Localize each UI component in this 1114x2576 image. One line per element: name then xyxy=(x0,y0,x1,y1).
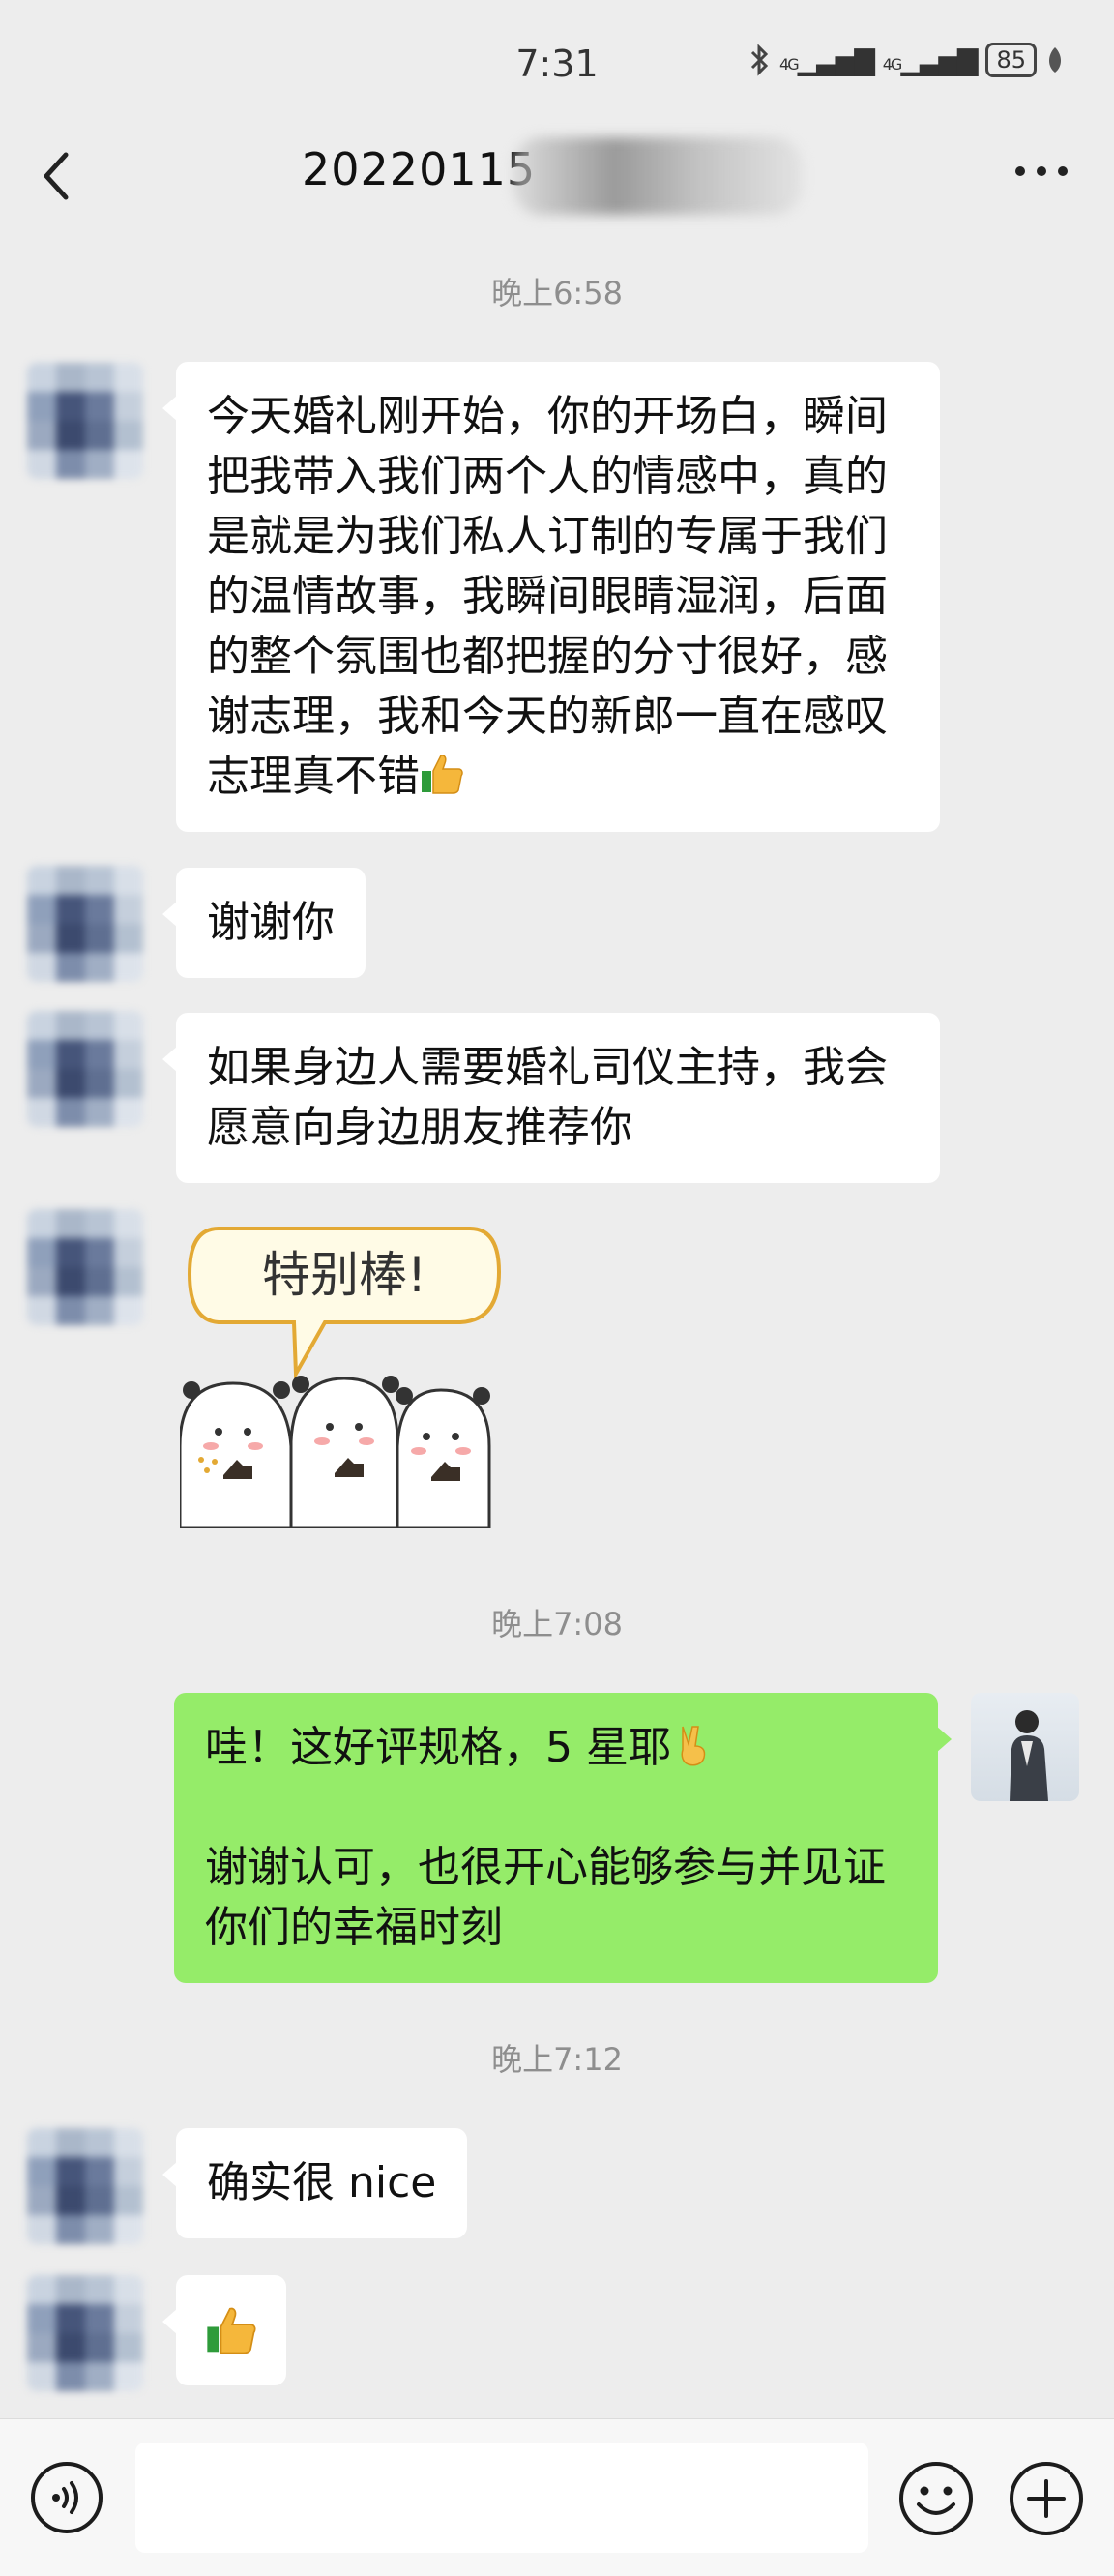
signal-icon-2: 4G▁▃▅▇ xyxy=(882,44,979,76)
message-text: 谢谢认可，也很开心能够参与并见证你们的幸福时刻 xyxy=(205,1843,886,1952)
more-icon[interactable] xyxy=(1015,166,1068,176)
contact-avatar[interactable] xyxy=(27,866,143,982)
chat-title: 20220115 xyxy=(302,143,537,195)
bluetooth-icon xyxy=(750,44,769,76)
message-input[interactable] xyxy=(135,2443,868,2553)
message-text: 今天婚礼刚开始，你的开场白，瞬间把我带入我们两个人的情感中，真的是就是为我们私人… xyxy=(207,392,888,801)
message-bubble-incoming[interactable]: 今天婚礼刚开始，你的开场白，瞬间把我带入我们两个人的情感中，真的是就是为我们私人… xyxy=(162,362,940,832)
contact-avatar[interactable] xyxy=(27,2128,143,2244)
message-text: 确实很 nice xyxy=(207,2158,437,2207)
message-text: 哇！这好评规格，5 星耶 xyxy=(205,1723,671,1772)
timestamp: 晚上7:08 xyxy=(491,1606,623,1643)
chat-screen: 7:31 4G▁▃▅▇ 4G▁▃▅▇ 85 20220115 晚上6:58 今天… xyxy=(0,0,1114,2576)
contact-avatar[interactable] xyxy=(27,2275,143,2391)
message-text: 如果身边人需要婚礼司仪主持，我会愿意向身边朋友推荐你 xyxy=(207,1043,888,1152)
status-bar: 7:31 4G▁▃▅▇ 4G▁▃▅▇ 85 xyxy=(0,0,1114,126)
message-text: 谢谢你 xyxy=(207,898,335,947)
nav-bar: 20220115 xyxy=(0,126,1114,232)
signal-icon-1: 4G▁▃▅▇ xyxy=(779,44,875,76)
battery-indicator: 85 xyxy=(985,43,1037,77)
plus-icon[interactable] xyxy=(1008,2460,1085,2537)
input-bar xyxy=(0,2418,1114,2576)
thumbs-up-icon xyxy=(207,2307,256,2354)
person-silhouette-icon xyxy=(1010,1710,1048,1801)
my-avatar[interactable] xyxy=(971,1693,1079,1801)
timestamp: 晚上6:58 xyxy=(491,275,623,311)
victory-hand-icon xyxy=(681,1726,706,1766)
back-arrow-icon[interactable] xyxy=(37,147,75,205)
status-icons: 4G▁▃▅▇ 4G▁▃▅▇ 85 xyxy=(748,43,1064,77)
message-bubble-outgoing[interactable]: 哇！这好评规格，5 星耶 谢谢认可，也很开心能够参与并见证你们的幸福时刻 xyxy=(174,1693,952,1983)
blurred-title-overlay xyxy=(513,137,803,215)
contact-avatar[interactable] xyxy=(27,1011,143,1127)
thumbs-up-icon xyxy=(422,755,463,794)
sticker-image[interactable]: 特别棒! xyxy=(180,1214,509,1528)
emoji-icon[interactable] xyxy=(897,2460,975,2537)
message-bubble-incoming[interactable]: 谢谢你 xyxy=(162,868,366,978)
sticker-text: 特别棒! xyxy=(262,1247,426,1303)
message-bubble-incoming[interactable] xyxy=(162,2275,286,2385)
message-bubble-incoming[interactable]: 如果身边人需要婚礼司仪主持，我会愿意向身边朋友推荐你 xyxy=(162,1013,940,1183)
voice-icon[interactable] xyxy=(29,2460,104,2535)
contact-avatar[interactable] xyxy=(27,363,143,479)
leaf-icon xyxy=(1049,47,1061,73)
contact-avatar[interactable] xyxy=(27,1209,143,1325)
message-bubble-incoming[interactable]: 确实很 nice xyxy=(161,2128,468,2238)
timestamp: 晚上7:12 xyxy=(491,2041,623,2078)
